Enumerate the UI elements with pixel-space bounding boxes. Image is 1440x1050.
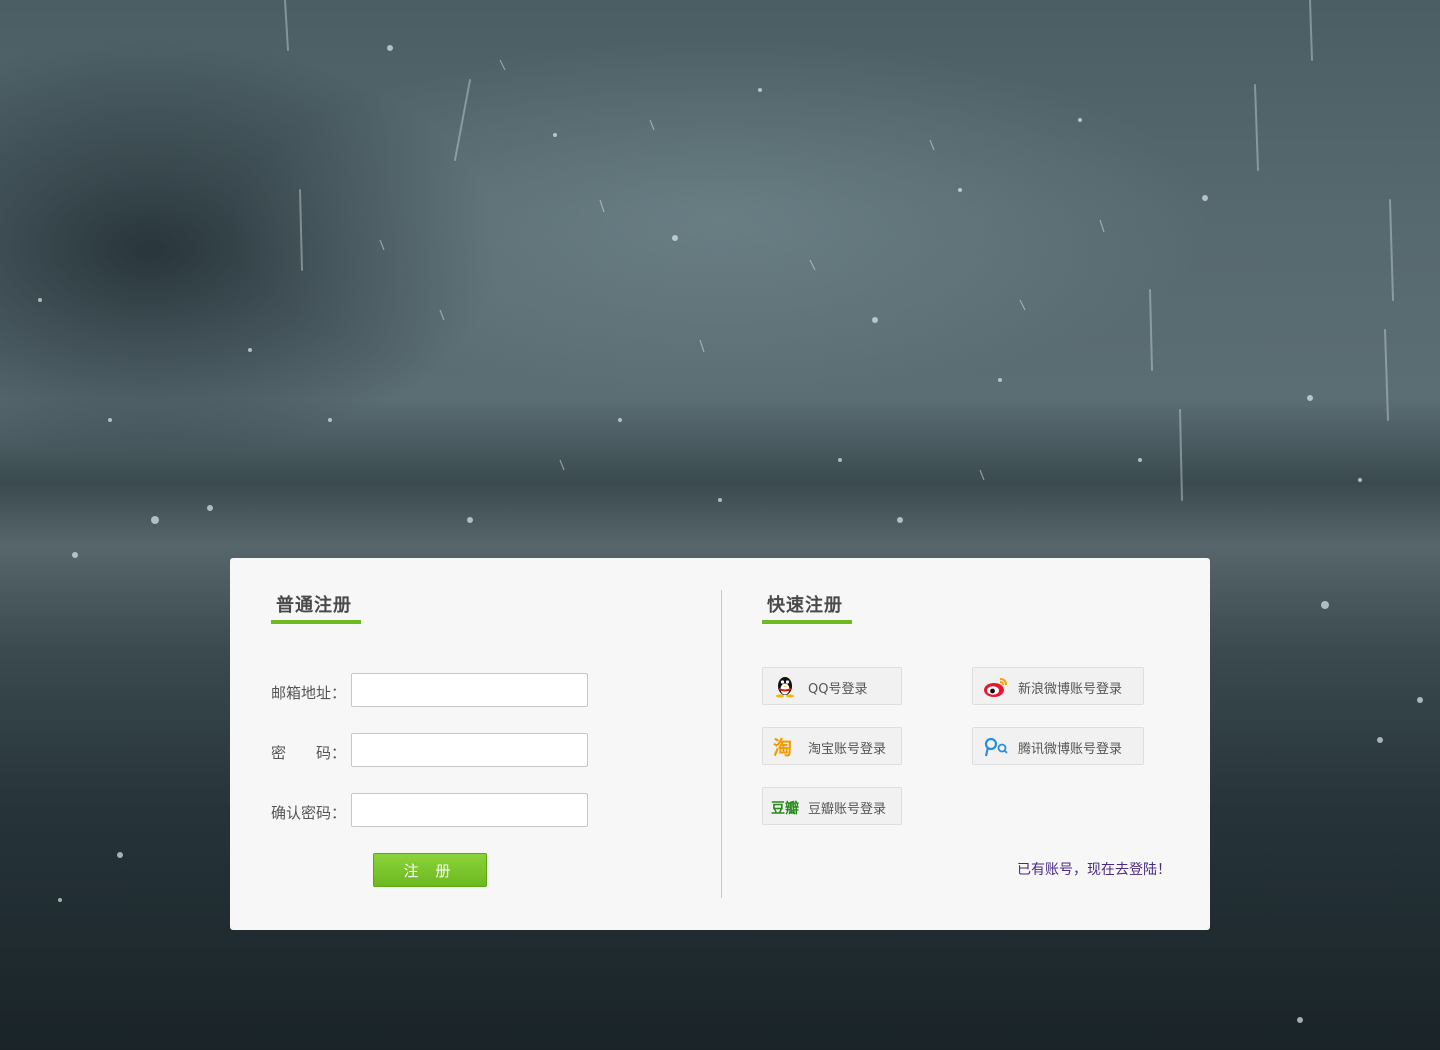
email-label: 邮箱地址： — [271, 684, 347, 702]
taobao-icon: 淘 — [773, 736, 797, 759]
quick-register-title: 快速注册 — [762, 591, 852, 624]
sina-weibo-login-button[interactable]: 新浪微博账号登录 — [972, 667, 1144, 705]
email-field[interactable] — [351, 673, 588, 707]
password-label: 密 码： — [271, 744, 347, 762]
taobao-login-label: 淘宝账号登录 — [808, 742, 887, 757]
svg-text:淘: 淘 — [773, 736, 792, 758]
register-panel: 普通注册 快速注册 邮箱地址： 密 码： 确认密码： 注 册 QQ号登录 新浪微… — [230, 558, 1210, 930]
taobao-login-button[interactable]: 淘 淘宝账号登录 — [762, 727, 902, 765]
douban-icon: 豆瓣 — [771, 796, 801, 817]
tencent-weibo-login-button[interactable]: 腾讯微博账号登录 — [972, 727, 1144, 765]
qq-penguin-icon — [773, 676, 797, 698]
register-button[interactable]: 注 册 — [373, 853, 487, 887]
tencent-weibo-icon — [983, 736, 1008, 757]
password-field[interactable] — [351, 733, 588, 767]
sina-weibo-icon — [983, 676, 1007, 697]
douban-login-label: 豆瓣账号登录 — [808, 802, 887, 817]
douban-login-button[interactable]: 豆瓣 豆瓣账号登录 — [762, 787, 902, 825]
normal-register-title: 普通注册 — [271, 591, 361, 624]
vertical-divider — [721, 590, 722, 898]
tencent-weibo-login-label: 腾讯微博账号登录 — [1018, 742, 1123, 757]
qq-login-label: QQ号登录 — [808, 682, 868, 697]
qq-login-button[interactable]: QQ号登录 — [762, 667, 902, 705]
svg-text:豆瓣: 豆瓣 — [771, 800, 799, 817]
sina-weibo-login-label: 新浪微博账号登录 — [1018, 682, 1123, 697]
go-to-login-link[interactable]: 已有账号，现在去登陆！ — [1017, 859, 1171, 879]
confirm-password-label: 确认密码： — [271, 804, 347, 822]
confirm-password-field[interactable] — [351, 793, 588, 827]
